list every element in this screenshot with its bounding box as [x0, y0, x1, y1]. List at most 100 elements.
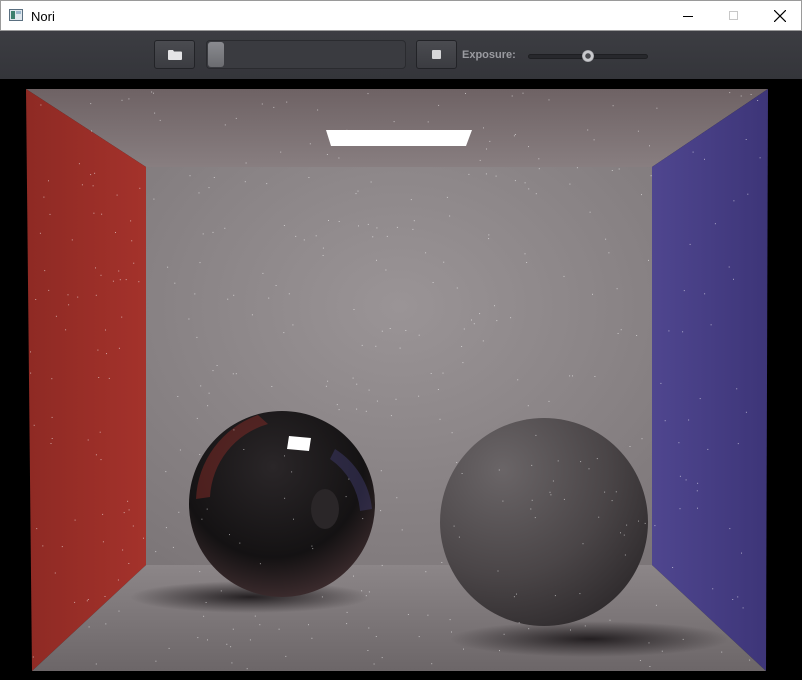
render-noise-speckle: [196, 417, 198, 419]
render-noise-speckle: [427, 121, 429, 123]
render-noise-speckle: [224, 227, 226, 229]
render-noise-speckle: [745, 139, 747, 140]
render-noise-speckle: [325, 385, 327, 387]
render-noise-speckle: [336, 404, 338, 406]
render-noise-speckle: [721, 651, 723, 653]
render-noise-speckle: [232, 373, 234, 375]
exposure-slider-handle[interactable]: [582, 50, 594, 62]
render-noise-speckle: [611, 170, 613, 171]
render-noise-speckle: [226, 643, 228, 645]
render-noise-speckle: [479, 313, 481, 315]
render-noise-speckle: [548, 400, 550, 402]
render-noise-speckle: [220, 590, 222, 592]
render-noise-speckle: [465, 93, 466, 94]
render-noise-speckle: [443, 261, 445, 263]
render-noise-speckle: [368, 627, 370, 629]
render-noise-speckle: [151, 91, 153, 93]
render-noise-speckle: [549, 491, 551, 493]
render-noise-speckle: [127, 500, 129, 502]
render-noise-speckle: [202, 233, 204, 235]
render-noise-speckle: [361, 143, 363, 145]
render-noise-speckle: [451, 631, 452, 633]
render-noise-speckle: [165, 527, 167, 529]
render-noise-speckle: [230, 646, 232, 648]
render-noise-speckle: [131, 240, 133, 242]
render-noise-speckle: [283, 332, 285, 334]
render-noise-speckle: [326, 154, 328, 155]
open-file-button[interactable]: [154, 40, 195, 69]
render-noise-speckle: [592, 293, 593, 295]
render-noise-speckle: [188, 318, 190, 320]
render-noise-speckle: [759, 157, 761, 159]
render-noise-speckle: [356, 408, 358, 410]
render-noise-speckle: [78, 163, 80, 165]
render-noise-speckle: [206, 508, 208, 510]
render-noise-speckle: [118, 347, 120, 349]
render-noise-speckle: [425, 571, 427, 573]
render-noise-speckle: [439, 418, 441, 420]
render-noise-speckle: [354, 134, 355, 136]
render-noise-speckle: [456, 462, 458, 463]
render-noise-speckle: [102, 541, 104, 543]
render-noise-speckle: [656, 107, 658, 109]
render-noise-speckle: [231, 662, 233, 664]
render-noise-speckle: [95, 454, 97, 456]
window-title: Nori: [31, 9, 55, 24]
render-noise-speckle: [309, 143, 311, 145]
render-noise-speckle: [486, 148, 487, 150]
render-noise-speckle: [641, 438, 643, 440]
render-noise-speckle: [233, 429, 235, 431]
render-noise-speckle: [381, 330, 383, 332]
render-noise-speckle: [358, 225, 359, 227]
minimize-button[interactable]: [665, 1, 711, 31]
render-noise-speckle: [355, 193, 357, 195]
render-noise-speckle: [704, 158, 705, 160]
render-noise-speckle: [740, 95, 742, 97]
render-noise-speckle: [44, 270, 46, 272]
title-bar: Nori: [0, 0, 802, 31]
render-noise-speckle: [650, 175, 652, 177]
render-noise-speckle: [685, 479, 687, 481]
render-noise-speckle: [91, 130, 92, 132]
stop-render-button[interactable]: [416, 40, 457, 69]
render-noise-speckle: [216, 365, 218, 366]
render-noise-speckle: [495, 175, 497, 177]
render-noise-speckle: [641, 194, 642, 196]
render-noise-speckle: [736, 388, 738, 390]
render-noise-speckle: [87, 599, 89, 600]
render-noise-speckle: [461, 346, 463, 347]
render-noise-speckle: [745, 411, 747, 413]
render-noise-speckle: [563, 498, 565, 500]
rendered-image: [0, 79, 802, 680]
render-noise-speckle: [626, 524, 628, 526]
render-noise-speckle: [143, 537, 144, 539]
render-noise-speckle: [405, 330, 407, 331]
render-noise-speckle: [71, 239, 73, 241]
render-noise-speckle: [315, 235, 317, 237]
render-noise-speckle: [499, 650, 500, 652]
render-noise-speckle: [322, 255, 324, 256]
render-noise-speckle: [593, 139, 595, 141]
render-noise-speckle: [538, 168, 540, 170]
render-noise-speckle: [629, 446, 631, 447]
render-noise-speckle: [40, 104, 42, 106]
render-noise-speckle: [412, 228, 414, 230]
render-noise-speckle: [668, 330, 670, 332]
close-button[interactable]: [757, 1, 802, 31]
render-noise-speckle: [617, 333, 619, 334]
render-noise-speckle: [620, 329, 622, 331]
render-noise-speckle: [664, 420, 666, 422]
render-noise-speckle: [245, 162, 247, 164]
render-noise-speckle: [249, 639, 251, 641]
render-noise-speckle: [165, 471, 167, 473]
render-noise-speckle: [42, 545, 44, 547]
render-noise-speckle: [284, 497, 286, 499]
render-noise-speckle: [357, 190, 359, 192]
render-noise-speckle: [570, 629, 571, 631]
toolbar: [0, 31, 802, 80]
render-noise-speckle: [453, 525, 455, 527]
render-noise-speckle: [115, 232, 116, 233]
render-noise-speckle: [623, 534, 625, 536]
render-noise-speckle: [362, 518, 364, 520]
maximize-button[interactable]: [711, 1, 757, 31]
